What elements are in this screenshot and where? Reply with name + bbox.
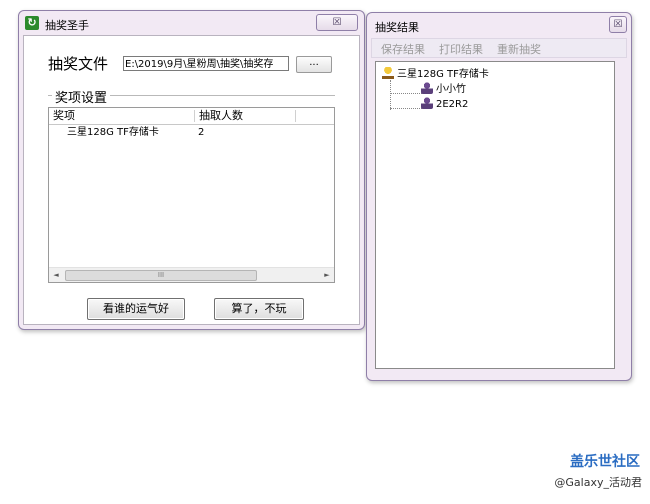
winner-label: 小小竹	[436, 84, 466, 95]
scroll-left-icon[interactable]: ◄	[49, 268, 63, 282]
result-titlebar[interactable]: 抽奖结果 ☒	[367, 13, 631, 37]
column-header-count[interactable]: 抽取人数	[195, 108, 295, 124]
main-window: ↻ 抽奖圣手 ☒ 抽奖文件 E:\2019\9月\星粉周\抽奖\抽奖存 ... …	[18, 10, 365, 330]
prize-list[interactable]: 奖项 抽取人数 三星128G TF存储卡 2 ◄ III ►	[48, 107, 335, 283]
result-menubar: 保存结果 打印结果 重新抽奖	[371, 38, 627, 58]
person-icon	[421, 82, 433, 94]
column-separator[interactable]	[295, 110, 296, 122]
scroll-right-icon[interactable]: ►	[320, 268, 334, 282]
column-header-prize[interactable]: 奖项	[49, 108, 194, 124]
watermark-handle: @Galaxy_活动君	[554, 476, 642, 489]
file-label: 抽奖文件	[48, 55, 109, 73]
tree-root-label: 三星128G TF存储卡	[397, 69, 489, 80]
tree-child-winner[interactable]: 小小竹	[421, 82, 466, 97]
main-titlebar[interactable]: ↻ 抽奖圣手 ☒	[19, 11, 364, 35]
result-tree[interactable]: 三星128G TF存储卡 小小竹 2E2R2	[375, 61, 615, 369]
watermark-brand: 盖乐世社区	[570, 454, 640, 470]
person-icon	[421, 97, 433, 109]
menu-print-results[interactable]: 打印结果	[439, 41, 483, 57]
count-cell: 2	[198, 127, 205, 138]
browse-button[interactable]: ...	[296, 56, 332, 73]
scroll-thumb[interactable]: III	[65, 270, 257, 281]
tree-branch-line	[390, 80, 391, 110]
winner-label: 2E2R2	[436, 99, 469, 110]
prize-cell: 三星128G TF存储卡	[67, 127, 159, 138]
cancel-button[interactable]: 算了，不玩	[214, 298, 304, 320]
menu-redraw[interactable]: 重新抽奖	[497, 41, 541, 57]
menu-save-results[interactable]: 保存结果	[381, 41, 425, 57]
result-window-title: 抽奖结果	[375, 21, 419, 34]
result-window: 抽奖结果 ☒ 保存结果 打印结果 重新抽奖 三星128G TF存储卡 小小竹 2…	[366, 12, 632, 381]
refresh-icon: ↻	[25, 16, 39, 30]
main-window-title: 抽奖圣手	[45, 19, 89, 32]
file-path-input[interactable]: E:\2019\9月\星粉周\抽奖\抽奖存	[123, 56, 289, 71]
prize-list-header: 奖项 抽取人数	[49, 108, 334, 125]
close-icon[interactable]: ☒	[316, 14, 358, 31]
main-client-area: 抽奖文件 E:\2019\9月\星粉周\抽奖\抽奖存 ... 奖项设置 奖项 抽…	[23, 35, 360, 325]
prize-settings-group-label: 奖项设置	[52, 87, 111, 106]
horizontal-scrollbar[interactable]: ◄ III ►	[49, 267, 334, 282]
close-icon[interactable]: ☒	[609, 16, 627, 33]
trophy-icon	[382, 67, 394, 79]
tree-root-prize[interactable]: 三星128G TF存储卡	[382, 67, 489, 82]
tree-child-winner[interactable]: 2E2R2	[421, 97, 468, 112]
draw-button[interactable]: 看谁的运气好	[87, 298, 185, 320]
